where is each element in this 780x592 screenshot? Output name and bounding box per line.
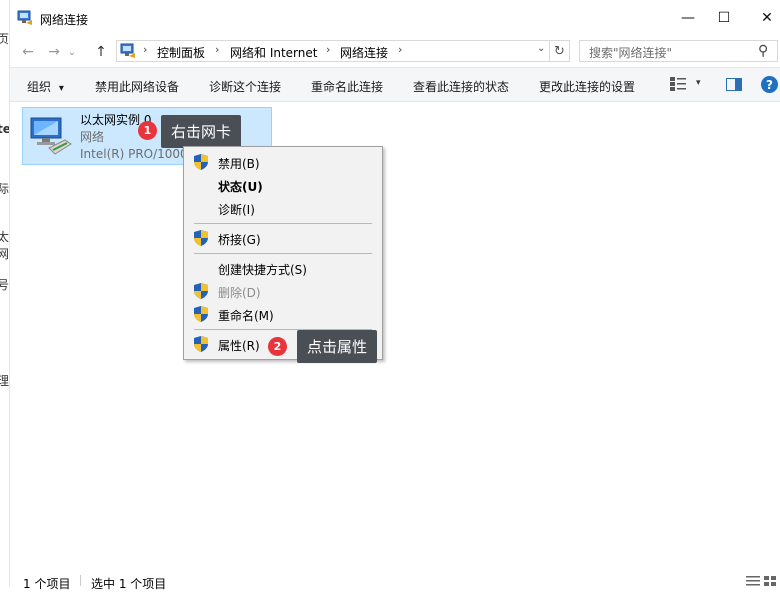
command-bar: 组织 ▾ 禁用此网络设备 诊断这个连接 重命名此连接 查看此连接的状态 更改此连… [10, 67, 780, 102]
menu-item-label: 创建快捷方式(S) [218, 263, 307, 277]
title-bar[interactable]: 网络连接 — ☐ ✕ [10, 0, 780, 36]
strip-text: 页 [0, 30, 9, 47]
strip-text: te [0, 122, 9, 136]
background-window-strip: 页 te 际 太网 号 I 理 [0, 0, 10, 586]
callout-right-click: 右击网卡 [161, 115, 242, 148]
strip-text: I [0, 324, 1, 338]
uac-shield-icon [194, 336, 208, 352]
breadcrumb-control-panel[interactable]: 控制面板 [157, 44, 205, 61]
breadcrumb-separator[interactable]: › [215, 43, 219, 56]
chevron-down-icon: ▾ [58, 83, 64, 94]
maximize-button[interactable]: ☐ [701, 0, 747, 36]
organize-button[interactable]: 组织 ▾ [27, 78, 64, 95]
menu-item-status[interactable]: 状态(U) [184, 174, 382, 197]
details-view-icon[interactable] [746, 576, 760, 586]
disable-device-button[interactable]: 禁用此网络设备 [95, 78, 179, 95]
address-bar[interactable]: › 控制面板 › 网络和 Internet › 网络连接 › ⌄ [116, 40, 550, 62]
up-button[interactable]: ↑ [90, 41, 112, 63]
strip-text: 太网 [0, 228, 9, 262]
ethernet-adapter-icon [30, 117, 72, 155]
diagnose-connection-button[interactable]: 诊断这个连接 [209, 78, 281, 95]
status-divider [80, 575, 81, 586]
menu-separator [194, 253, 372, 254]
recent-locations-button[interactable]: ⌄ [65, 41, 79, 63]
selected-count: 选中 1 个项目 [91, 577, 167, 591]
window-title: 网络连接 [40, 13, 89, 27]
menu-item-label: 删除(D) [218, 286, 261, 300]
uac-shield-icon [194, 154, 208, 170]
menu-item-label: 诊断(I) [218, 203, 255, 217]
step-badge-2: 2 [268, 337, 287, 356]
breadcrumb-separator[interactable]: › [143, 43, 147, 56]
menu-item-delete: 删除(D) [184, 280, 382, 303]
menu-item-bridge[interactable]: 桥接(G) [184, 227, 382, 250]
uac-shield-icon [194, 230, 208, 246]
rename-connection-button[interactable]: 重命名此连接 [311, 78, 383, 95]
menu-item-label: 禁用(B) [218, 157, 260, 171]
chevron-down-icon[interactable]: ⌄ [537, 43, 545, 54]
strip-text: 理 [0, 372, 9, 389]
view-options-icon[interactable] [670, 77, 686, 91]
menu-item-create-shortcut[interactable]: 创建快捷方式(S) [184, 257, 382, 280]
network-connections-window: 网络连接 — ☐ ✕ ← → ⌄ ↑ › 控制面板 › 网络和 Internet… [10, 0, 780, 591]
breadcrumb-network-connections[interactable]: 网络连接 [340, 44, 388, 61]
menu-item-label: 状态(U) [218, 180, 263, 194]
forward-button[interactable]: → [43, 41, 65, 63]
menu-item-diagnose[interactable]: 诊断(I) [184, 197, 382, 220]
change-settings-button[interactable]: 更改此连接的设置 [539, 78, 635, 95]
refresh-button[interactable]: ↻ [550, 40, 570, 62]
preview-pane-icon[interactable] [726, 78, 742, 91]
network-connections-icon [17, 10, 32, 25]
menu-item-label: 桥接(G) [218, 233, 261, 247]
large-icons-view-icon[interactable] [764, 576, 776, 586]
search-placeholder: 搜索"网络连接" [589, 46, 673, 60]
context-menu: 禁用(B) 状态(U) 诊断(I) 桥接(G) 创建快捷方式(S) 删除(D) [183, 146, 383, 360]
menu-item-rename[interactable]: 重命名(M) [184, 303, 382, 326]
network-connections-icon [120, 43, 135, 58]
item-count: 1 个项目 [23, 577, 71, 591]
adapter-device: Intel(R) PRO/1000 MT Network Connection [80, 147, 186, 161]
chevron-down-icon[interactable]: ▾ [696, 78, 701, 88]
breadcrumb-separator[interactable]: › [326, 43, 330, 56]
back-button[interactable]: ← [17, 41, 39, 63]
help-icon[interactable]: ? [761, 76, 778, 93]
strip-text: 际 [0, 180, 9, 197]
search-icon[interactable]: ⚲ [758, 43, 768, 59]
breadcrumb-network-internet[interactable]: 网络和 Internet [230, 44, 317, 61]
address-row: ← → ⌄ ↑ › 控制面板 › 网络和 Internet › 网络连接 › ⌄… [10, 36, 780, 67]
strip-text: 号 [0, 276, 9, 293]
menu-item-label: 属性(R) [218, 339, 260, 353]
adapter-type: 网络 [80, 130, 105, 144]
search-input[interactable]: 搜索"网络连接" ⚲ [579, 40, 778, 62]
step-badge-1: 1 [138, 121, 157, 140]
menu-separator [194, 223, 372, 224]
view-status-button[interactable]: 查看此连接的状态 [413, 78, 509, 95]
status-bar: 1 个项目 选中 1 个项目 [10, 570, 780, 591]
menu-item-label: 重命名(M) [218, 309, 274, 323]
callout-click-properties: 点击属性 [297, 330, 378, 363]
menu-item-disable[interactable]: 禁用(B) [184, 151, 382, 174]
organize-label: 组织 [27, 80, 52, 94]
uac-shield-icon [194, 306, 208, 322]
uac-shield-icon [194, 283, 208, 299]
close-button[interactable]: ✕ [744, 0, 780, 36]
breadcrumb-separator[interactable]: › [398, 43, 402, 56]
